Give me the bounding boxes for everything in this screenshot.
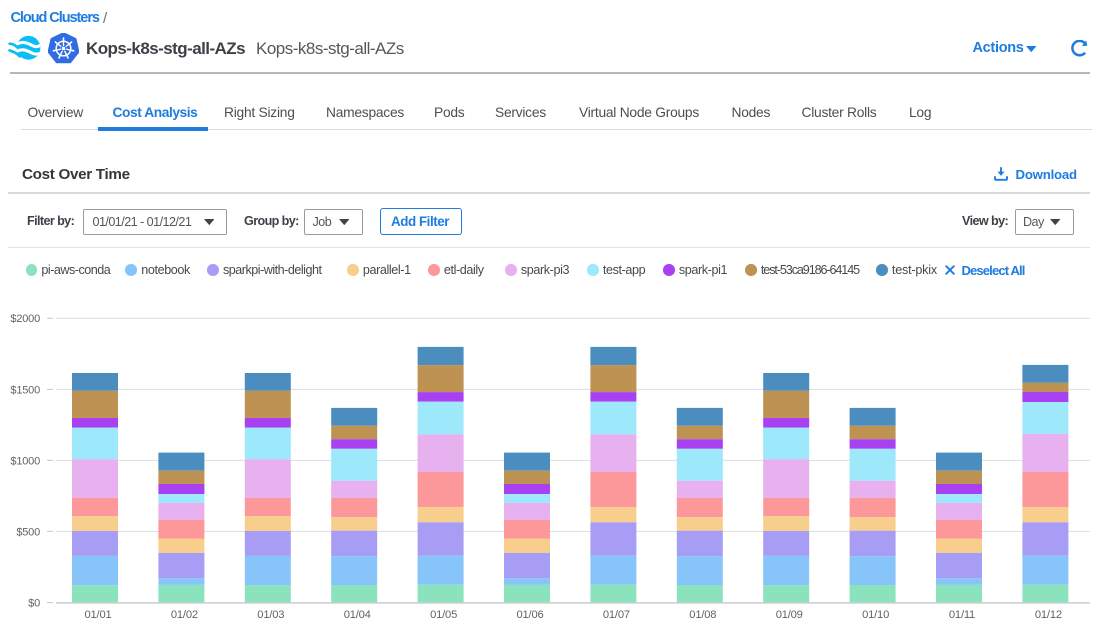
svg-text:01/07: 01/07 xyxy=(603,609,630,621)
svg-text:01/05: 01/05 xyxy=(430,609,457,621)
svg-text:01/03: 01/03 xyxy=(257,609,284,621)
svg-text:$500: $500 xyxy=(16,526,40,538)
svg-text:01/09: 01/09 xyxy=(776,609,803,621)
svg-text:01/02: 01/02 xyxy=(171,609,198,621)
svg-text:01/12: 01/12 xyxy=(1035,609,1062,621)
svg-text:$1500: $1500 xyxy=(10,384,40,396)
svg-text:$2000: $2000 xyxy=(10,313,40,325)
svg-text:01/08: 01/08 xyxy=(689,609,716,621)
svg-text:01/01: 01/01 xyxy=(85,609,112,621)
svg-text:01/10: 01/10 xyxy=(862,609,889,621)
svg-text:$0: $0 xyxy=(28,597,40,609)
svg-text:01/11: 01/11 xyxy=(949,609,975,621)
svg-text:$1000: $1000 xyxy=(10,455,40,467)
svg-text:01/04: 01/04 xyxy=(344,609,371,621)
svg-text:01/06: 01/06 xyxy=(517,609,544,621)
